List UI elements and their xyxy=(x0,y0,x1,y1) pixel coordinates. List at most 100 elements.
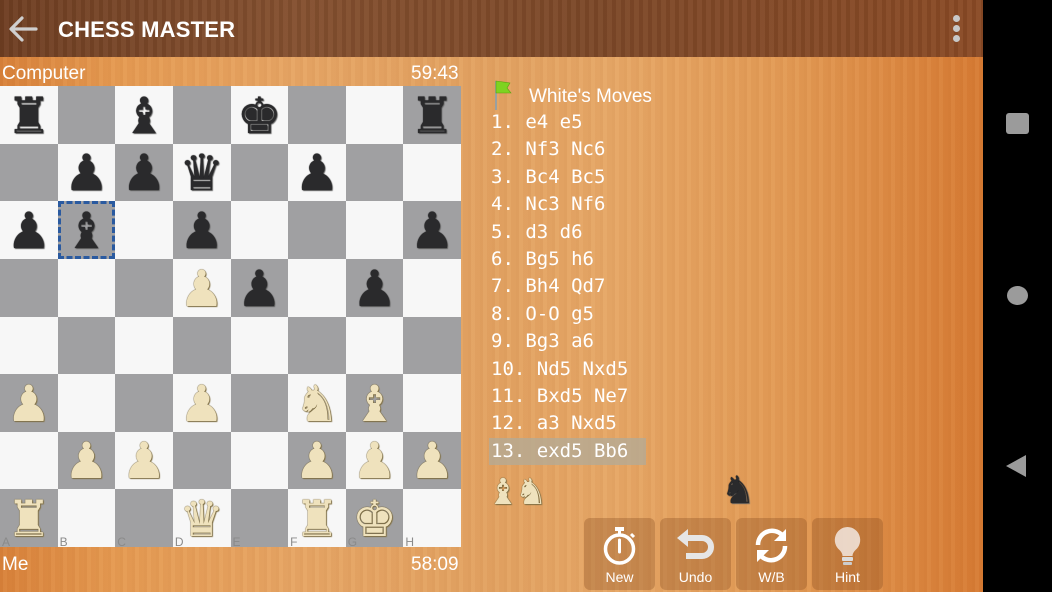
square-g2[interactable]: ♟ xyxy=(345,431,404,490)
chess-board[interactable]: ♜ ♝ ♚ ♜ ♟ ♟ ♛ ♟ ♟ ♝ ♟ ♟ ♟ ♟ ♟ ♟ ♟ ♞ ♝ ♟ ♟ ♟ ♟ ♟ ♜ A B C ♛ D E ♜ F ♚ G H xyxy=(0,86,461,549)
square-g4[interactable] xyxy=(345,316,404,375)
black-rook-piece[interactable]: ♜ xyxy=(403,86,461,144)
square-g6[interactable] xyxy=(345,201,404,259)
move-list-item[interactable]: 9. Bg3 a6 xyxy=(489,328,596,355)
square-h5[interactable] xyxy=(403,258,461,317)
square-e6[interactable] xyxy=(230,201,289,259)
black-rook-piece[interactable]: ♜ xyxy=(0,86,58,144)
overflow-menu-button[interactable] xyxy=(946,12,968,46)
square-b2[interactable]: ♟ xyxy=(57,431,116,490)
square-b8[interactable] xyxy=(57,86,116,144)
black-king-piece[interactable]: ♚ xyxy=(231,86,289,144)
square-e8[interactable]: ♚ xyxy=(230,86,289,144)
home-icon[interactable] xyxy=(1007,286,1028,305)
black-bishop-piece[interactable]: ♝ xyxy=(115,86,173,144)
new-button[interactable]: New xyxy=(584,518,655,590)
move-list-item[interactable]: 3. Bc4 Bc5 xyxy=(489,164,607,191)
recents-icon[interactable] xyxy=(1006,113,1029,134)
move-list-item[interactable]: 1. e4 e5 xyxy=(489,109,585,136)
square-h6[interactable]: ♟ xyxy=(403,201,461,259)
square-d1[interactable]: ♛ D xyxy=(172,489,231,549)
square-b1[interactable]: B xyxy=(57,489,116,549)
black-pawn-piece[interactable]: ♟ xyxy=(403,201,461,259)
square-e1[interactable]: E xyxy=(230,489,289,549)
move-list-item[interactable]: 6. Bg5 h6 xyxy=(489,246,596,273)
move-list-item[interactable]: 8. O-O g5 xyxy=(489,301,596,328)
white-knight-piece[interactable]: ♞ xyxy=(288,374,346,432)
white-pawn-piece[interactable]: ♟ xyxy=(403,432,461,490)
square-f4[interactable] xyxy=(288,316,346,375)
move-list-item[interactable]: 11. Bxd5 Ne7 xyxy=(489,383,630,410)
white-pawn-piece[interactable]: ♟ xyxy=(115,432,173,490)
square-d8[interactable] xyxy=(172,86,231,144)
square-b5[interactable] xyxy=(57,258,116,317)
square-e2[interactable] xyxy=(230,431,289,490)
square-g1[interactable]: ♚ G xyxy=(345,489,404,549)
square-b6[interactable]: ♝ xyxy=(57,201,116,259)
white-bishop-piece[interactable]: ♝ xyxy=(346,374,404,432)
square-h2[interactable]: ♟ xyxy=(403,431,461,490)
white-pawn-piece[interactable]: ♟ xyxy=(173,259,231,317)
square-e4[interactable] xyxy=(230,316,289,375)
square-h7[interactable] xyxy=(403,143,461,202)
square-c3[interactable] xyxy=(115,374,173,432)
square-c1[interactable]: C xyxy=(115,489,173,549)
square-f1[interactable]: ♜ F xyxy=(288,489,346,549)
square-f7[interactable]: ♟ xyxy=(288,143,346,202)
square-a2[interactable] xyxy=(0,431,58,490)
square-a1[interactable]: ♜ A xyxy=(0,489,58,549)
square-c6[interactable] xyxy=(115,201,173,259)
black-pawn-piece[interactable]: ♟ xyxy=(0,201,58,259)
undo-button[interactable]: Undo xyxy=(660,518,731,590)
move-list-item[interactable]: 5. d3 d6 xyxy=(489,219,585,246)
square-a7[interactable] xyxy=(0,143,58,202)
square-g5[interactable]: ♟ xyxy=(345,258,404,317)
square-c2[interactable]: ♟ xyxy=(115,431,173,490)
square-g8[interactable] xyxy=(345,86,404,144)
square-h3[interactable] xyxy=(403,374,461,432)
square-a8[interactable]: ♜ xyxy=(0,86,58,144)
white-pawn-piece[interactable]: ♟ xyxy=(0,374,58,432)
move-list-item[interactable]: 4. Nc3 Nf6 xyxy=(489,191,607,218)
square-f6[interactable] xyxy=(288,201,346,259)
square-h1[interactable]: H xyxy=(403,489,461,549)
move-list-item[interactable]: 13. exd5 Bb6 xyxy=(489,437,646,465)
square-g7[interactable] xyxy=(345,143,404,202)
square-b3[interactable] xyxy=(57,374,116,432)
square-e3[interactable] xyxy=(230,374,289,432)
square-b7[interactable]: ♟ xyxy=(57,143,116,202)
square-d2[interactable] xyxy=(172,431,231,490)
move-list-item[interactable]: 7. Bh4 Qd7 xyxy=(489,273,607,300)
black-queen-piece[interactable]: ♛ xyxy=(173,144,231,202)
black-pawn-piece[interactable]: ♟ xyxy=(346,259,404,317)
square-f3[interactable]: ♞ xyxy=(288,374,346,432)
back-icon[interactable] xyxy=(1006,455,1026,477)
square-g3[interactable]: ♝ xyxy=(345,374,404,432)
square-f8[interactable] xyxy=(288,86,346,144)
black-pawn-piece[interactable]: ♟ xyxy=(173,201,231,259)
black-pawn-piece[interactable]: ♟ xyxy=(288,144,346,202)
square-h8[interactable]: ♜ xyxy=(403,86,461,144)
move-list-item[interactable]: 10. Nd5 Nxd5 xyxy=(489,356,630,383)
wb-button[interactable]: W/B xyxy=(736,518,807,590)
square-d3[interactable]: ♟ xyxy=(172,374,231,432)
square-e5[interactable]: ♟ xyxy=(230,258,289,317)
white-pawn-piece[interactable]: ♟ xyxy=(173,374,231,432)
square-a6[interactable]: ♟ xyxy=(0,201,58,259)
square-d4[interactable] xyxy=(172,316,231,375)
move-list-item[interactable]: 12. a3 Nxd5 xyxy=(489,410,619,437)
square-a4[interactable] xyxy=(0,316,58,375)
black-pawn-piece[interactable]: ♟ xyxy=(58,144,116,202)
square-e7[interactable] xyxy=(230,143,289,202)
square-c4[interactable] xyxy=(115,316,173,375)
move-list-item[interactable]: 2. Nf3 Nc6 xyxy=(489,136,607,163)
square-b4[interactable] xyxy=(57,316,116,375)
white-pawn-piece[interactable]: ♟ xyxy=(58,432,116,490)
white-pawn-piece[interactable]: ♟ xyxy=(346,432,404,490)
black-bishop-piece[interactable]: ♝ xyxy=(58,201,116,259)
black-pawn-piece[interactable]: ♟ xyxy=(231,259,289,317)
white-pawn-piece[interactable]: ♟ xyxy=(288,432,346,490)
square-a3[interactable]: ♟ xyxy=(0,374,58,432)
square-h4[interactable] xyxy=(403,316,461,375)
square-d7[interactable]: ♛ xyxy=(172,143,231,202)
